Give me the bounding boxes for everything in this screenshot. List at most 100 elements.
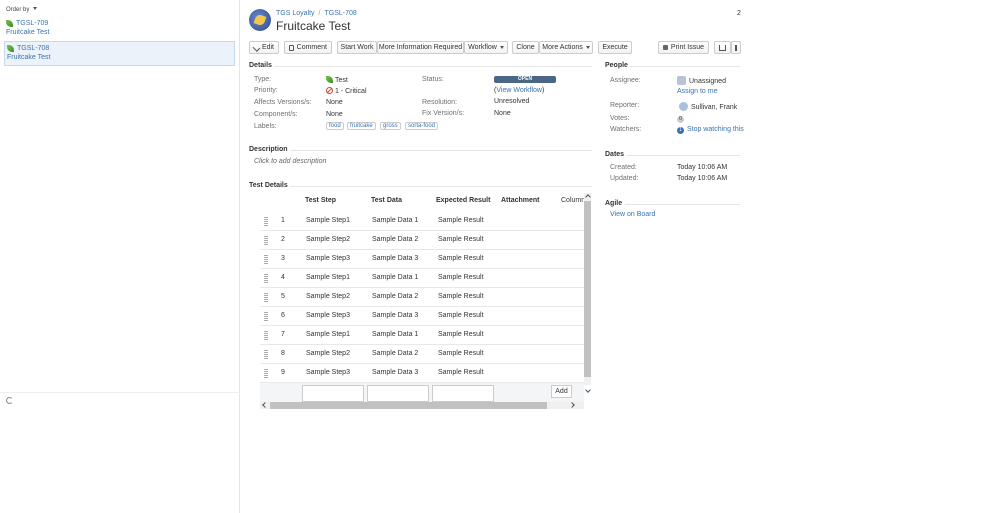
execute-button[interactable]: Execute — [598, 41, 632, 54]
step-cell[interactable]: Sample Step2 — [306, 350, 350, 357]
updated-label: Updated: — [610, 175, 639, 182]
data-cell[interactable]: Sample Data 3 — [372, 255, 418, 262]
order-by-dropdown[interactable]: Order by — [6, 7, 38, 13]
table-row[interactable]: 9 Sample Step3 Sample Data 3 Sample Result — [260, 364, 584, 383]
result-cell[interactable]: Sample Result — [438, 350, 484, 357]
breadcrumb-issue-link[interactable]: TGSL-708 — [324, 10, 356, 17]
data-cell[interactable]: Sample Data 1 — [372, 217, 418, 224]
table-row[interactable]: 6 Sample Step3 Sample Data 3 Sample Result — [260, 307, 584, 326]
new-result-input[interactable] — [432, 385, 494, 402]
label-tag[interactable]: sorta-food — [405, 122, 439, 130]
dates-heading: Dates — [605, 151, 625, 158]
column-header-test-step[interactable]: Test Step — [305, 197, 336, 204]
result-cell[interactable]: Sample Result — [438, 274, 484, 281]
view-workflow-anchor[interactable]: View Workflow — [496, 87, 542, 94]
issue-key-link[interactable]: TGSL-709 — [16, 20, 48, 27]
details-heading: Details — [249, 62, 272, 69]
step-cell[interactable]: Sample Step3 — [306, 369, 350, 376]
share-button[interactable] — [714, 41, 731, 54]
stop-watching-link[interactable]: Stop watching this — [687, 126, 744, 133]
watchers-badge[interactable]: 1 — [677, 127, 684, 134]
new-data-input[interactable] — [367, 385, 429, 402]
step-cell[interactable]: Sample Step3 — [306, 255, 350, 262]
clone-button[interactable]: Clone — [512, 41, 539, 54]
list-item[interactable]: TGSL-709 Fruitcake Test — [4, 17, 235, 42]
issue-summary-link[interactable]: Fruitcake Test — [6, 29, 233, 36]
column-header-extra[interactable]: Column — [561, 197, 585, 204]
horizontal-scrollbar-thumb[interactable] — [270, 402, 547, 409]
drag-handle-icon[interactable] — [264, 331, 268, 340]
column-header-expected-result[interactable]: Expected Result — [436, 197, 490, 204]
components-value: None — [326, 111, 343, 118]
new-step-input[interactable] — [302, 385, 364, 402]
data-cell[interactable]: Sample Data 3 — [372, 312, 418, 319]
result-cell[interactable]: Sample Result — [438, 255, 484, 262]
more-info-required-button[interactable]: More Information Required — [377, 41, 464, 54]
refresh-icon[interactable] — [6, 397, 13, 404]
votes-value[interactable]: 0 — [677, 115, 687, 123]
label-tag[interactable]: fruitcake — [347, 122, 376, 130]
step-cell[interactable]: Sample Step1 — [306, 217, 350, 224]
issue-key-link[interactable]: TGSL-708 — [17, 45, 49, 52]
step-cell[interactable]: Sample Step3 — [306, 312, 350, 319]
resolution-label: Resolution: — [422, 99, 458, 106]
data-cell[interactable]: Sample Data 2 — [372, 236, 418, 243]
result-cell[interactable]: Sample Result — [438, 312, 484, 319]
table-row[interactable]: 5 Sample Step2 Sample Data 2 Sample Result — [260, 288, 584, 307]
issue-list-panel: Order by TGSL-709 Fruitcake Test TGSL-70… — [0, 0, 240, 513]
add-step-row: Add — [260, 383, 584, 402]
fix-versions-label: Fix Version/s: — [422, 110, 465, 117]
table-row[interactable]: 8 Sample Step2 Sample Data 2 Sample Result — [260, 345, 584, 364]
table-row[interactable]: 3 Sample Step3 Sample Data 3 Sample Result — [260, 250, 584, 269]
result-cell[interactable]: Sample Result — [438, 369, 484, 376]
people-heading: People — [605, 62, 628, 69]
export-button[interactable] — [731, 41, 741, 54]
workflow-dropdown[interactable]: Workflow — [464, 41, 508, 54]
column-header-attachment[interactable]: Attachment — [501, 197, 540, 204]
result-cell[interactable]: Sample Result — [438, 217, 484, 224]
label-tag[interactable]: gross — [380, 122, 401, 130]
add-step-button[interactable]: Add — [551, 385, 572, 398]
comment-button[interactable]: Comment — [284, 41, 332, 54]
result-cell[interactable]: Sample Result — [438, 236, 484, 243]
description-placeholder[interactable]: Click to add description — [254, 158, 326, 165]
table-row[interactable]: 2 Sample Step2 Sample Data 2 Sample Result — [260, 231, 584, 250]
edit-button[interactable]: Edit — [249, 41, 279, 54]
step-cell[interactable]: Sample Step1 — [306, 274, 350, 281]
data-cell[interactable]: Sample Data 2 — [372, 293, 418, 300]
print-issue-button[interactable]: Print Issue — [658, 41, 709, 54]
view-on-board-link[interactable]: View on Board — [610, 211, 655, 218]
table-row[interactable]: 7 Sample Step1 Sample Data 1 Sample Result — [260, 326, 584, 345]
result-cell[interactable]: Sample Result — [438, 331, 484, 338]
avatar — [677, 76, 686, 85]
scroll-down-icon[interactable] — [585, 387, 591, 393]
step-cell[interactable]: Sample Step1 — [306, 331, 350, 338]
data-cell[interactable]: Sample Data 1 — [372, 274, 418, 281]
list-item-selected[interactable]: TGSL-708 Fruitcake Test — [4, 41, 235, 66]
drag-handle-icon[interactable] — [264, 255, 268, 264]
assign-to-me-link[interactable]: Assign to me — [677, 88, 717, 95]
drag-handle-icon[interactable] — [264, 312, 268, 321]
start-work-button[interactable]: Start Work — [337, 41, 377, 54]
step-cell[interactable]: Sample Step2 — [306, 293, 350, 300]
drag-handle-icon[interactable] — [264, 369, 268, 378]
table-row[interactable]: 1 Sample Step1 Sample Data 1 Sample Result — [260, 212, 584, 231]
column-header-test-data[interactable]: Test Data — [371, 197, 402, 204]
table-row[interactable]: 4 Sample Step1 Sample Data 1 Sample Result — [260, 269, 584, 288]
vertical-scrollbar-thumb[interactable] — [584, 201, 591, 377]
drag-handle-icon[interactable] — [264, 350, 268, 359]
result-cell[interactable]: Sample Result — [438, 293, 484, 300]
data-cell[interactable]: Sample Data 3 — [372, 369, 418, 376]
view-workflow-link[interactable]: (View Workflow) — [494, 87, 544, 94]
data-cell[interactable]: Sample Data 1 — [372, 331, 418, 338]
more-actions-dropdown[interactable]: More Actions — [539, 41, 593, 54]
breadcrumb-project-link[interactable]: TGS Loyalty — [276, 10, 315, 17]
drag-handle-icon[interactable] — [264, 293, 268, 302]
data-cell[interactable]: Sample Data 2 — [372, 350, 418, 357]
label-tag[interactable]: food — [326, 122, 344, 130]
drag-handle-icon[interactable] — [264, 236, 268, 245]
drag-handle-icon[interactable] — [264, 217, 268, 226]
drag-handle-icon[interactable] — [264, 274, 268, 283]
step-cell[interactable]: Sample Step2 — [306, 236, 350, 243]
issue-summary-link[interactable]: Fruitcake Test — [7, 54, 232, 61]
